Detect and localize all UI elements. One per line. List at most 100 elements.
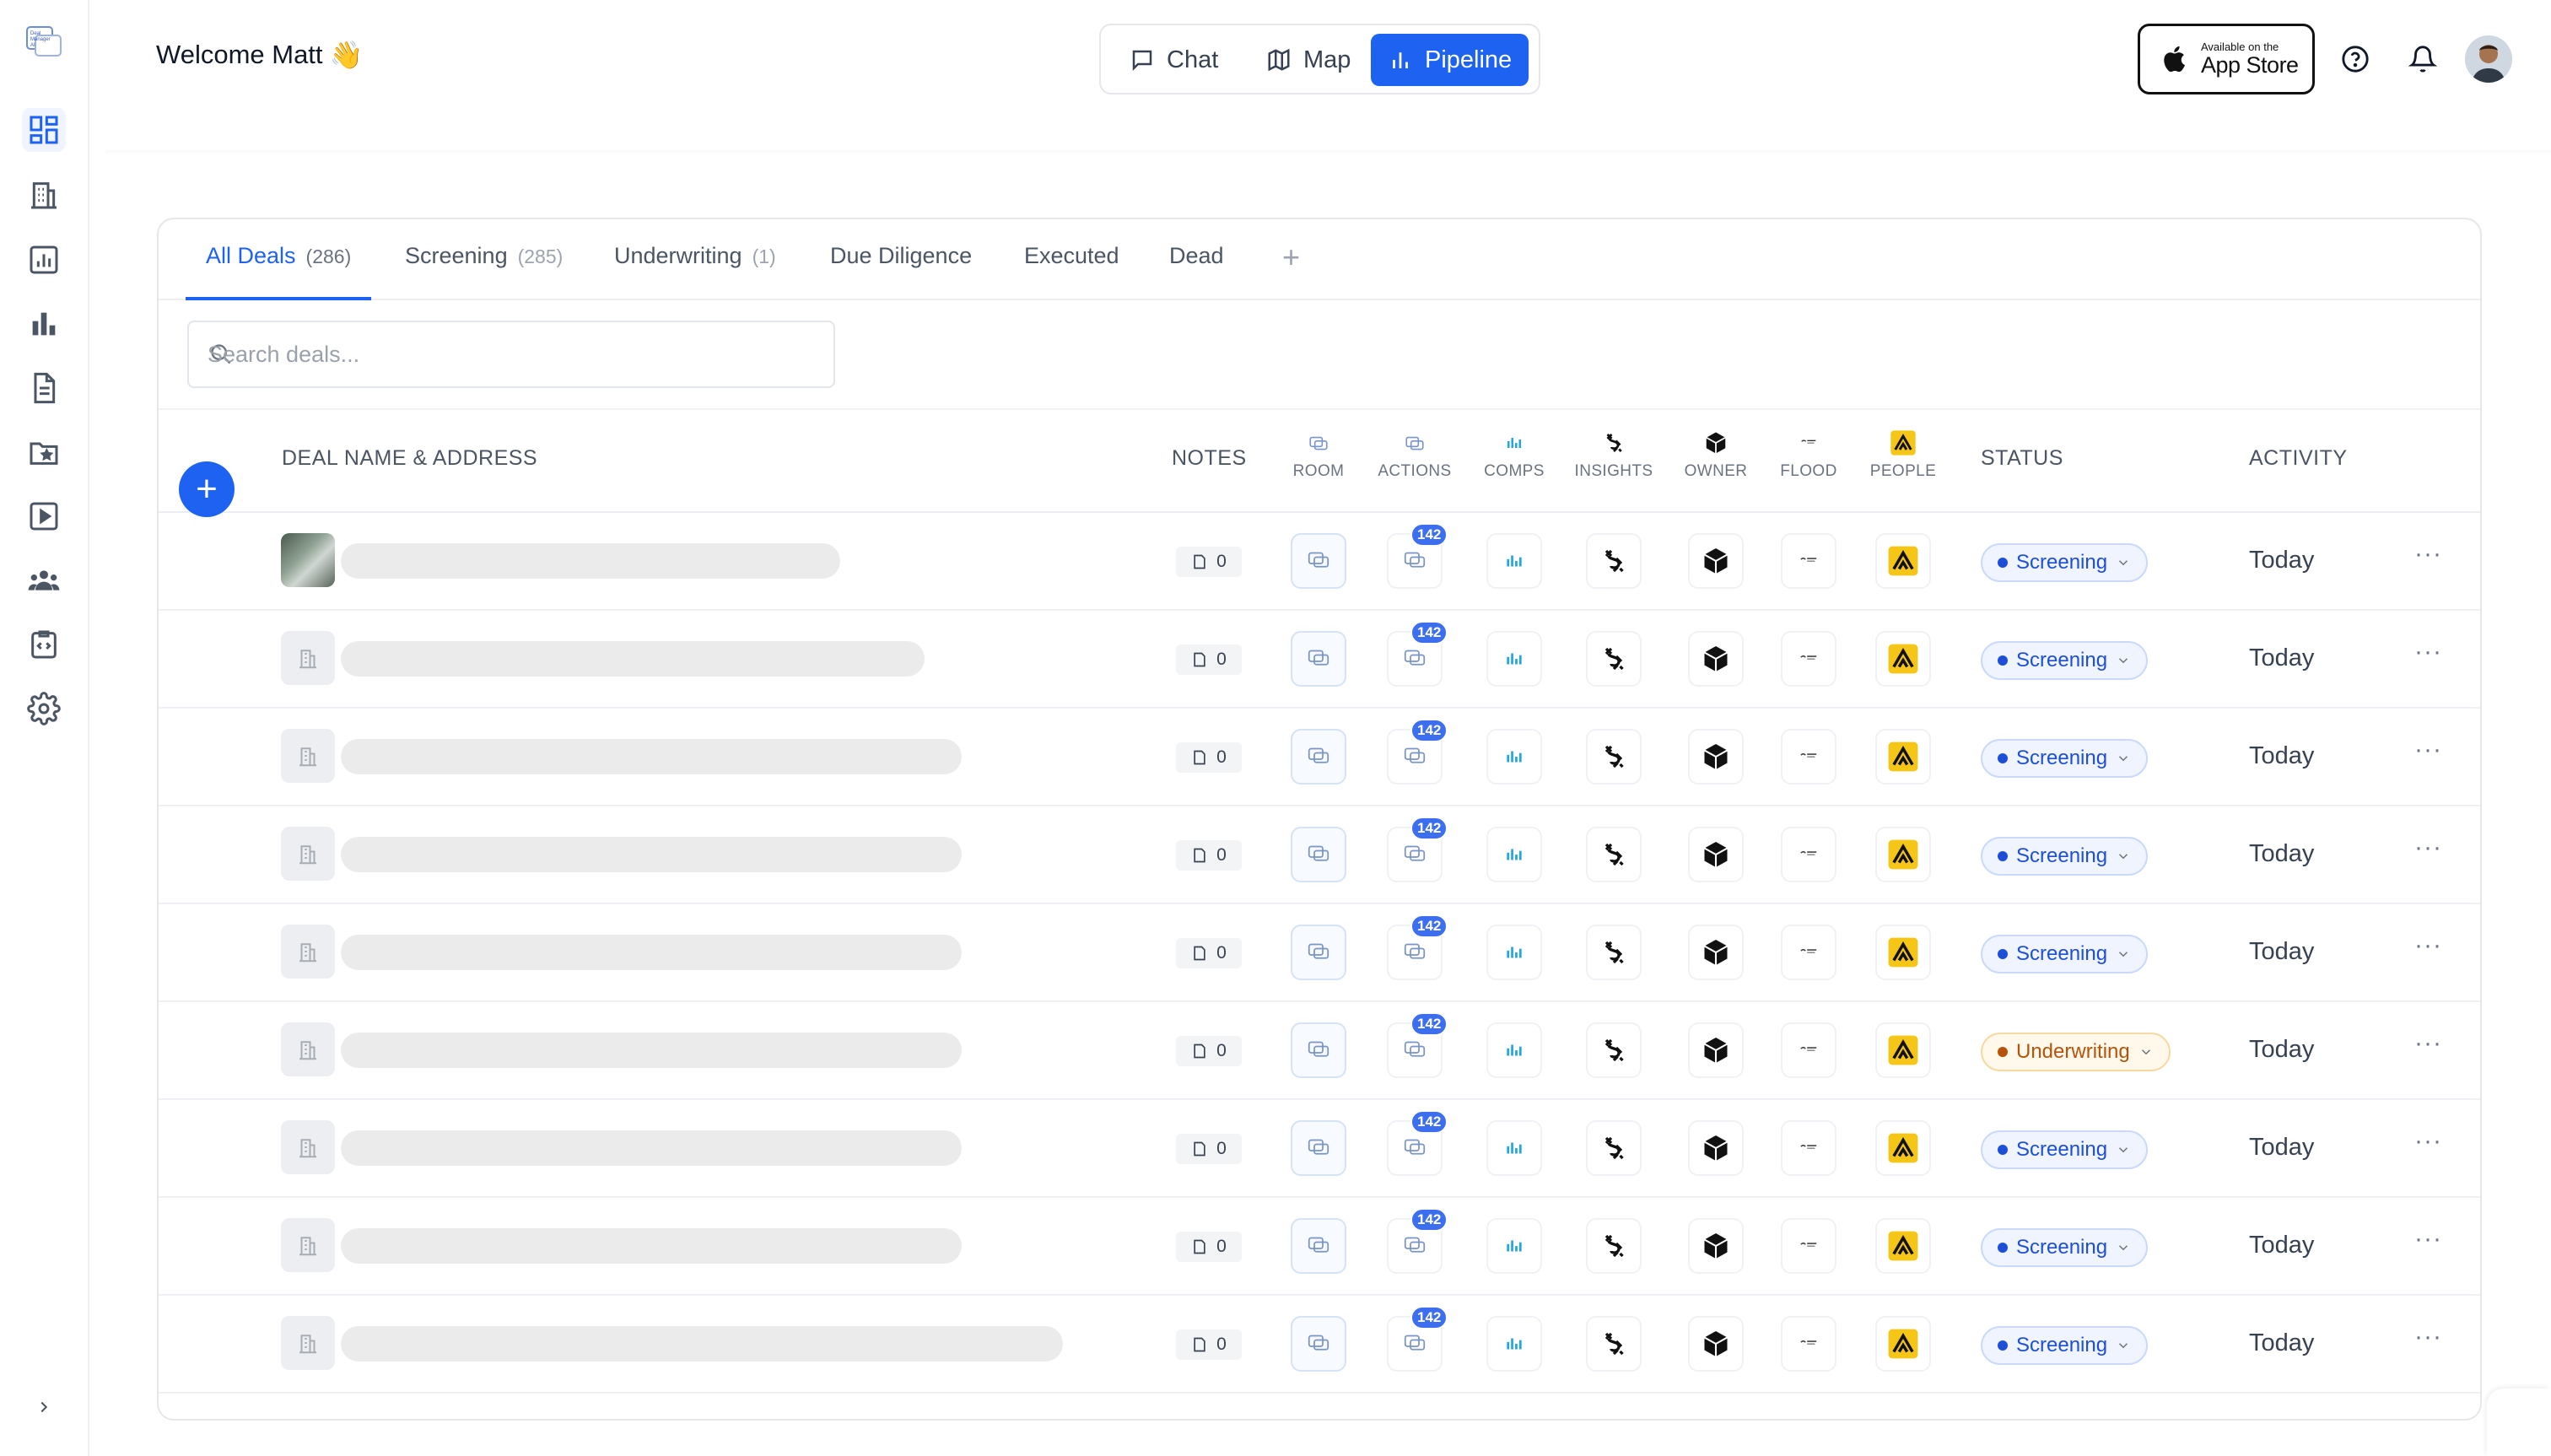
row-more-button[interactable]: ··· [2414, 638, 2442, 666]
owner-button[interactable] [1688, 729, 1744, 785]
deal-thumbnail[interactable] [281, 1316, 335, 1370]
sidebar-item-buildings[interactable] [22, 173, 66, 217]
insights-button[interactable] [1586, 1120, 1642, 1176]
table-row[interactable]: 0 142 [159, 806, 2480, 904]
table-row[interactable]: 0 142 [159, 709, 2480, 806]
insights-button[interactable] [1586, 1022, 1642, 1078]
sidebar-item-settings[interactable] [22, 687, 66, 731]
people-button[interactable] [1875, 1120, 1931, 1176]
owner-button[interactable] [1688, 1218, 1744, 1274]
people-button[interactable] [1875, 1022, 1931, 1078]
deal-name-placeholder[interactable] [341, 739, 962, 774]
actions-button[interactable]: 142 [1387, 719, 1448, 785]
room-button[interactable] [1291, 1022, 1346, 1078]
deal-thumbnail[interactable] [281, 631, 335, 685]
add-tab-button[interactable]: + [1282, 240, 1300, 275]
sidebar-expand-button[interactable] [30, 1394, 57, 1421]
tab-executed[interactable]: Executed [1024, 243, 1119, 300]
people-button[interactable] [1875, 631, 1931, 687]
insights-button[interactable] [1586, 729, 1642, 785]
tab-all-deals[interactable]: All Deals (286) [186, 243, 372, 300]
notifications-button[interactable] [2408, 44, 2438, 74]
room-button[interactable] [1291, 631, 1346, 687]
room-button[interactable] [1291, 729, 1346, 785]
notes-count-button[interactable]: 0 [1176, 1134, 1242, 1164]
comps-button[interactable] [1486, 1022, 1542, 1078]
flood-button[interactable] [1781, 1316, 1836, 1372]
table-row[interactable]: 0 142 [159, 611, 2480, 709]
comps-button[interactable] [1486, 925, 1542, 980]
comps-button[interactable] [1486, 827, 1542, 882]
people-button[interactable] [1875, 925, 1931, 980]
row-more-button[interactable]: ··· [2414, 1323, 2442, 1351]
deal-thumbnail[interactable] [281, 1022, 335, 1076]
mode-chat-button[interactable]: Chat [1113, 34, 1235, 86]
owner-button[interactable] [1688, 925, 1744, 980]
sidebar-item-starred-folder[interactable] [22, 430, 66, 474]
app-store-badge[interactable]: Available on the App Store [2138, 24, 2315, 94]
flood-button[interactable] [1781, 533, 1836, 589]
deal-name-placeholder[interactable] [341, 1326, 1063, 1362]
status-dropdown[interactable]: Screening [1981, 1130, 2149, 1169]
owner-button[interactable] [1688, 827, 1744, 882]
status-dropdown[interactable]: Screening [1981, 543, 2149, 582]
sidebar-item-analytics[interactable] [22, 302, 66, 346]
status-dropdown[interactable]: Screening [1981, 837, 2149, 876]
notes-count-button[interactable]: 0 [1176, 1036, 1242, 1066]
table-row[interactable]: 0 142 [159, 513, 2480, 611]
status-dropdown[interactable]: Screening [1981, 1228, 2149, 1267]
people-button[interactable] [1875, 729, 1931, 785]
app-logo[interactable]: Deal Manager AI [25, 22, 62, 59]
owner-button[interactable] [1688, 1022, 1744, 1078]
row-more-button[interactable]: ··· [2414, 540, 2442, 569]
row-more-button[interactable]: ··· [2414, 1127, 2442, 1156]
people-button[interactable] [1875, 1316, 1931, 1372]
notes-count-button[interactable]: 0 [1176, 742, 1242, 773]
sidebar-item-team[interactable] [22, 558, 66, 602]
insights-button[interactable] [1586, 631, 1642, 687]
room-button[interactable] [1291, 1120, 1346, 1176]
tab-underwriting[interactable]: Underwriting (1) [614, 243, 776, 300]
actions-button[interactable]: 142 [1387, 1012, 1448, 1078]
sidebar-item-code[interactable] [22, 623, 66, 666]
deal-name-placeholder[interactable] [341, 1033, 962, 1068]
table-row[interactable]: 0 142 [159, 904, 2480, 1002]
comps-button[interactable] [1486, 729, 1542, 785]
notes-count-button[interactable]: 0 [1176, 1232, 1242, 1262]
actions-button[interactable]: 142 [1387, 1306, 1448, 1372]
help-button[interactable] [2340, 44, 2370, 74]
owner-button[interactable] [1688, 1120, 1744, 1176]
comps-button[interactable] [1486, 631, 1542, 687]
status-dropdown[interactable]: Underwriting [1981, 1033, 2171, 1071]
room-button[interactable] [1291, 827, 1346, 882]
comps-button[interactable] [1486, 1120, 1542, 1176]
deal-name-placeholder[interactable] [341, 837, 962, 872]
actions-button[interactable]: 142 [1387, 621, 1448, 687]
room-button[interactable] [1291, 925, 1346, 980]
insights-button[interactable] [1586, 533, 1642, 589]
user-avatar[interactable] [2465, 35, 2512, 83]
table-row[interactable]: 0 142 [159, 1198, 2480, 1296]
status-dropdown[interactable]: Screening [1981, 739, 2149, 778]
people-button[interactable] [1875, 827, 1931, 882]
notes-count-button[interactable]: 0 [1176, 547, 1242, 577]
deal-name-placeholder[interactable] [341, 1130, 962, 1166]
deal-thumbnail[interactable] [281, 827, 335, 881]
status-dropdown[interactable]: Screening [1981, 935, 2149, 973]
table-row[interactable]: 0 142 [159, 1002, 2480, 1100]
flood-button[interactable] [1781, 1022, 1836, 1078]
actions-button[interactable]: 142 [1387, 1208, 1448, 1274]
comps-button[interactable] [1486, 1218, 1542, 1274]
flood-button[interactable] [1781, 729, 1836, 785]
notes-count-button[interactable]: 0 [1176, 938, 1242, 968]
room-button[interactable] [1291, 1218, 1346, 1274]
sidebar-item-video[interactable] [22, 494, 66, 538]
table-row[interactable]: 0 142 [159, 1100, 2480, 1198]
room-button[interactable] [1291, 1316, 1346, 1372]
actions-button[interactable]: 142 [1387, 817, 1448, 882]
status-dropdown[interactable]: Screening [1981, 641, 2149, 680]
owner-button[interactable] [1688, 631, 1744, 687]
row-more-button[interactable]: ··· [2414, 736, 2442, 764]
room-button[interactable] [1291, 533, 1346, 589]
comps-button[interactable] [1486, 533, 1542, 589]
